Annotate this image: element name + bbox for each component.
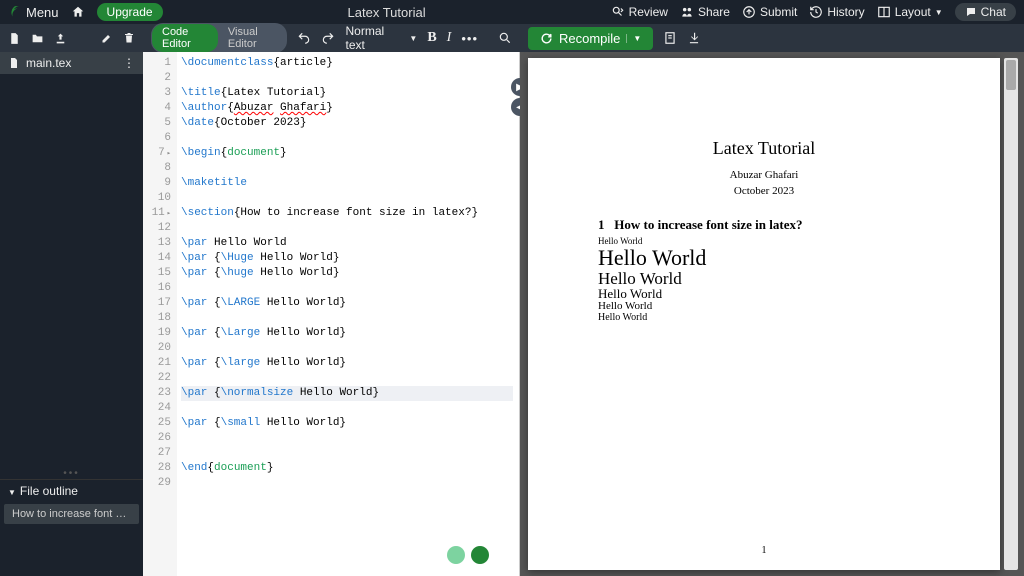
project-title: Latex Tutorial bbox=[175, 5, 599, 20]
main-area: main.tex ⋮ ••• ▼File outline How to incr… bbox=[0, 52, 1024, 576]
submit-icon bbox=[742, 5, 756, 19]
recompile-button[interactable]: Recompile ▼ bbox=[528, 27, 653, 50]
pdf-page: Latex Tutorial Abuzar Ghafari October 20… bbox=[528, 58, 1000, 570]
logs-icon[interactable] bbox=[663, 31, 677, 45]
bold-button[interactable]: B bbox=[427, 30, 436, 46]
submit-button[interactable]: Submit bbox=[742, 5, 797, 19]
undo-icon[interactable] bbox=[297, 31, 311, 45]
download-icon[interactable] bbox=[687, 31, 701, 45]
editor-fab bbox=[447, 546, 489, 564]
code-editor[interactable]: 1234567891011121314151617181920212223242… bbox=[143, 52, 520, 576]
chevron-down-icon: ▼ bbox=[935, 8, 943, 17]
file-icon bbox=[8, 57, 20, 69]
search-icon[interactable] bbox=[498, 31, 512, 45]
code-editor-tab[interactable]: Code Editor bbox=[152, 24, 218, 52]
file-menu-icon[interactable]: ⋮ bbox=[123, 56, 135, 70]
file-item-main[interactable]: main.tex ⋮ bbox=[0, 52, 143, 74]
chevron-down-icon: ▼ bbox=[409, 34, 417, 43]
new-file-icon[interactable] bbox=[8, 32, 21, 45]
top-bar: Menu Upgrade Latex Tutorial Review Share… bbox=[0, 0, 1024, 24]
editor-mode-toggle[interactable]: Code Editor Visual Editor bbox=[151, 23, 287, 53]
history-button[interactable]: History bbox=[809, 5, 864, 19]
sub-toolbar: Code Editor Visual Editor Normal text▼ B… bbox=[0, 24, 1024, 52]
rename-icon[interactable] bbox=[101, 32, 113, 44]
upload-icon[interactable] bbox=[54, 32, 67, 45]
delete-icon[interactable] bbox=[123, 32, 135, 44]
menu-label: Menu bbox=[26, 5, 59, 20]
fab-icon-1[interactable] bbox=[447, 546, 465, 564]
file-label: main.tex bbox=[26, 56, 71, 70]
overleaf-icon bbox=[8, 5, 22, 19]
italic-button[interactable]: I bbox=[447, 30, 452, 46]
upgrade-button[interactable]: Upgrade bbox=[97, 3, 163, 21]
refresh-icon bbox=[540, 32, 553, 45]
layout-button[interactable]: Layout▼ bbox=[877, 5, 943, 19]
preview-scrollbar[interactable] bbox=[1004, 58, 1018, 570]
pdf-title: Latex Tutorial bbox=[598, 138, 930, 159]
more-format-icon[interactable]: ••• bbox=[461, 31, 478, 46]
home-icon[interactable] bbox=[71, 5, 85, 19]
pdf-section-heading: 1 How to increase font size in latex? bbox=[598, 217, 930, 233]
redo-icon[interactable] bbox=[321, 31, 335, 45]
outline-item[interactable]: How to increase font siz... bbox=[4, 504, 139, 524]
fab-icon-2[interactable] bbox=[471, 546, 489, 564]
file-tree: main.tex ⋮ ••• ▼File outline How to incr… bbox=[0, 52, 143, 576]
review-button[interactable]: Review bbox=[611, 5, 668, 19]
file-outline-header[interactable]: ▼File outline bbox=[0, 479, 143, 502]
chevron-down-icon[interactable]: ▼ bbox=[626, 34, 641, 43]
drag-handle-icon[interactable]: ••• bbox=[0, 468, 143, 479]
chat-button[interactable]: Chat bbox=[955, 3, 1016, 21]
pdf-page-number: 1 bbox=[762, 545, 767, 556]
share-icon bbox=[680, 5, 694, 19]
pdf-author: Abuzar Ghafari bbox=[598, 169, 930, 181]
code-content[interactable]: \documentclass{article}\title{Latex Tuto… bbox=[177, 52, 519, 576]
review-icon bbox=[611, 5, 625, 19]
visual-editor-tab[interactable]: Visual Editor bbox=[218, 24, 287, 52]
format-select[interactable]: Normal text▼ bbox=[345, 24, 417, 52]
pdf-date: October 2023 bbox=[598, 185, 930, 197]
new-folder-icon[interactable] bbox=[31, 32, 44, 45]
scrollbar-thumb[interactable] bbox=[1006, 60, 1016, 90]
menu-button[interactable]: Menu bbox=[8, 5, 59, 20]
share-button[interactable]: Share bbox=[680, 5, 730, 19]
pdf-preview[interactable]: Latex Tutorial Abuzar Ghafari October 20… bbox=[520, 52, 1024, 576]
chat-icon bbox=[965, 6, 977, 18]
layout-icon bbox=[877, 5, 891, 19]
line-gutter: 1234567891011121314151617181920212223242… bbox=[143, 52, 177, 576]
history-icon bbox=[809, 5, 823, 19]
chevron-down-icon: ▼ bbox=[8, 488, 16, 497]
pdf-body: Hello WorldHello WorldHello WorldHello W… bbox=[598, 237, 930, 323]
